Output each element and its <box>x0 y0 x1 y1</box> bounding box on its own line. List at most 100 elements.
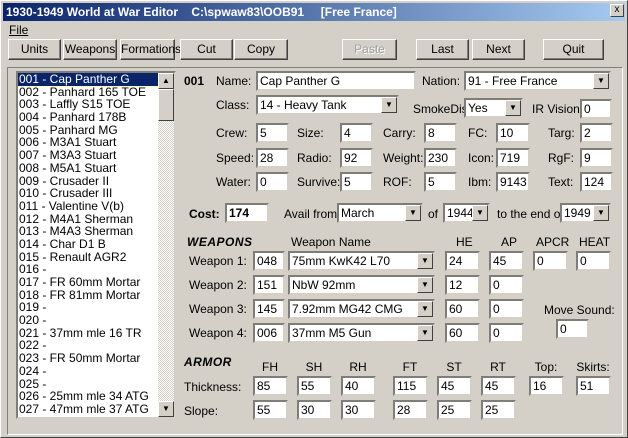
list-item[interactable]: 011 - Valentine V(b) <box>18 200 160 213</box>
weapon-he-input[interactable]: 24 <box>445 251 480 271</box>
weapon-ap-input[interactable]: 45 <box>489 251 524 271</box>
list-item[interactable]: 017 - FR 60mm Mortar <box>18 276 160 289</box>
list-item[interactable]: 014 - Char D1 B <box>18 238 160 251</box>
list-item[interactable]: 023 - FR 50mm Mortar <box>18 352 160 365</box>
stat-input[interactable]: 10 <box>496 123 530 143</box>
stat-input[interactable]: 5 <box>424 172 457 192</box>
weapon-he-input[interactable]: 60 <box>445 299 480 319</box>
armor-slope-input[interactable]: 25 <box>481 400 516 420</box>
list-item[interactable]: 026 - 25mm mle 34 ATG <box>18 390 160 403</box>
armor-thickness-input[interactable]: 115 <box>393 376 428 396</box>
stat-label: Size: <box>297 126 324 140</box>
list-scrollbar[interactable]: ▲ ▼ <box>158 73 174 417</box>
weapon-ap-input[interactable]: 0 <box>489 275 524 295</box>
list-item[interactable]: 020 - <box>18 314 160 327</box>
cut-button[interactable]: Cut <box>180 39 233 60</box>
chevron-down-icon[interactable]: ▼ <box>417 301 433 317</box>
weapon-he-input[interactable]: 12 <box>445 275 480 295</box>
chevron-down-icon[interactable]: ▼ <box>472 205 488 221</box>
menu-file[interactable]: File <box>9 22 28 38</box>
unit-listbox[interactable]: 001 - Cap Panther G 002 - Panhard 165 TOE… <box>16 71 176 419</box>
paste-button[interactable]: Paste <box>342 39 397 60</box>
armor-thickness-input[interactable]: 45 <box>437 376 472 396</box>
weapons-button[interactable]: Weapons <box>63 39 117 60</box>
name-input[interactable]: Cap Panther G <box>256 71 416 91</box>
move-sound-input[interactable]: 0 <box>556 319 589 339</box>
stat-input[interactable]: 92 <box>340 148 373 168</box>
stat-input[interactable]: 719 <box>496 148 530 168</box>
next-button[interactable]: Next <box>472 39 525 60</box>
stat-input[interactable]: 9143 <box>496 172 530 192</box>
chevron-down-icon[interactable]: ▼ <box>593 73 609 89</box>
armor-thickness-input[interactable]: 51 <box>576 376 611 396</box>
list-item[interactable]: 007 - M3A3 Stuart <box>18 149 160 162</box>
quit-button[interactable]: Quit <box>543 39 604 60</box>
armor-thickness-input[interactable]: 45 <box>481 376 516 396</box>
scroll-down-icon[interactable]: ▼ <box>158 401 174 417</box>
list-item[interactable]: 004 - Panhard 178B <box>18 111 160 124</box>
chevron-down-icon[interactable]: ▼ <box>381 97 397 113</box>
stat-input[interactable]: 230 <box>424 148 457 168</box>
avail-year-select[interactable]: 1944 ▼ <box>443 203 490 223</box>
chevron-down-icon[interactable]: ▼ <box>593 205 609 221</box>
stat-input[interactable]: 4 <box>340 123 373 143</box>
cost-input[interactable]: 174 <box>225 203 269 223</box>
list-item[interactable]: 010 - Crusader III <box>18 187 160 200</box>
last-button[interactable]: Last <box>416 39 469 60</box>
armor-slope-input[interactable]: 30 <box>297 400 332 420</box>
armor-slope-input[interactable]: 55 <box>253 400 288 420</box>
copy-button[interactable]: Copy <box>234 39 288 60</box>
stat-input[interactable]: 5 <box>340 172 373 192</box>
smoke-select[interactable]: Yes ▼ <box>464 98 523 118</box>
weapon-he-input[interactable]: 60 <box>445 323 480 343</box>
weapon-select[interactable]: NbW 92mm ▼ <box>288 275 435 295</box>
weapon-select[interactable]: 37mm M5 Gun ▼ <box>288 323 435 343</box>
weapon-ap-input[interactable]: 0 <box>489 299 524 319</box>
stat-input[interactable]: 0 <box>256 172 289 192</box>
weapon-ap-input[interactable]: 0 <box>489 323 524 343</box>
weapon-id-input[interactable]: 006 <box>253 323 285 343</box>
armor-thickness-input[interactable]: 40 <box>341 376 376 396</box>
weapon-id-input[interactable]: 048 <box>253 251 285 271</box>
armor-slope-input[interactable]: 25 <box>437 400 472 420</box>
apcr-input[interactable]: 0 <box>533 251 568 271</box>
scroll-thumb[interactable] <box>158 89 174 121</box>
list-item[interactable]: 001 - Cap Panther G <box>18 73 160 87</box>
chevron-down-icon[interactable]: ▼ <box>417 253 433 269</box>
chevron-down-icon[interactable]: ▼ <box>505 100 521 116</box>
close-button[interactable]: x <box>610 4 624 17</box>
stat-input[interactable]: 28 <box>256 148 289 168</box>
units-button[interactable]: Units <box>8 39 61 60</box>
stat-input[interactable]: 9 <box>580 148 613 168</box>
weapon-select[interactable]: 7.92mm MG42 CMG ▼ <box>288 299 435 319</box>
formations-button[interactable]: Formations <box>120 39 181 60</box>
avail-month-select[interactable]: March ▼ <box>337 203 423 223</box>
chevron-down-icon[interactable]: ▼ <box>405 205 421 221</box>
armor-slope-input[interactable]: 28 <box>393 400 428 420</box>
end-year-select[interactable]: 1949 ▼ <box>560 203 611 223</box>
nation-select[interactable]: 91 - Free France ▼ <box>464 71 611 91</box>
armor-slope-input[interactable]: 30 <box>341 400 376 420</box>
armor-thickness-input[interactable]: 85 <box>253 376 288 396</box>
weapon-id-input[interactable]: 151 <box>253 275 285 295</box>
stat-input[interactable]: 8 <box>424 123 457 143</box>
chevron-down-icon[interactable]: ▼ <box>417 277 433 293</box>
apcr-header: APCR <box>536 235 570 249</box>
stat-label: Carry: <box>383 126 416 140</box>
scroll-up-icon[interactable]: ▲ <box>158 73 174 89</box>
list-item[interactable]: 027 - 47mm mle 37 ATG <box>18 403 160 416</box>
list-item[interactable]: 008 - M5A1 Stuart <box>18 162 160 175</box>
list-item[interactable]: 024 - <box>18 365 160 378</box>
armor-thickness-input[interactable]: 55 <box>297 376 332 396</box>
stat-label: Icon: <box>468 151 495 165</box>
weapon-select[interactable]: 75mm KwK42 L70 ▼ <box>288 251 435 271</box>
stat-input[interactable]: 2 <box>580 123 613 143</box>
stat-input[interactable]: 5 <box>256 123 289 143</box>
class-select[interactable]: 14 - Heavy Tank ▼ <box>256 95 399 115</box>
heat-input[interactable]: 0 <box>576 251 611 271</box>
armor-thickness-input[interactable]: 16 <box>529 376 564 396</box>
stat-input[interactable]: 124 <box>580 172 613 192</box>
weapon-id-input[interactable]: 145 <box>253 299 285 319</box>
chevron-down-icon[interactable]: ▼ <box>417 325 433 341</box>
ir-vision-input[interactable]: 0 <box>580 99 612 119</box>
